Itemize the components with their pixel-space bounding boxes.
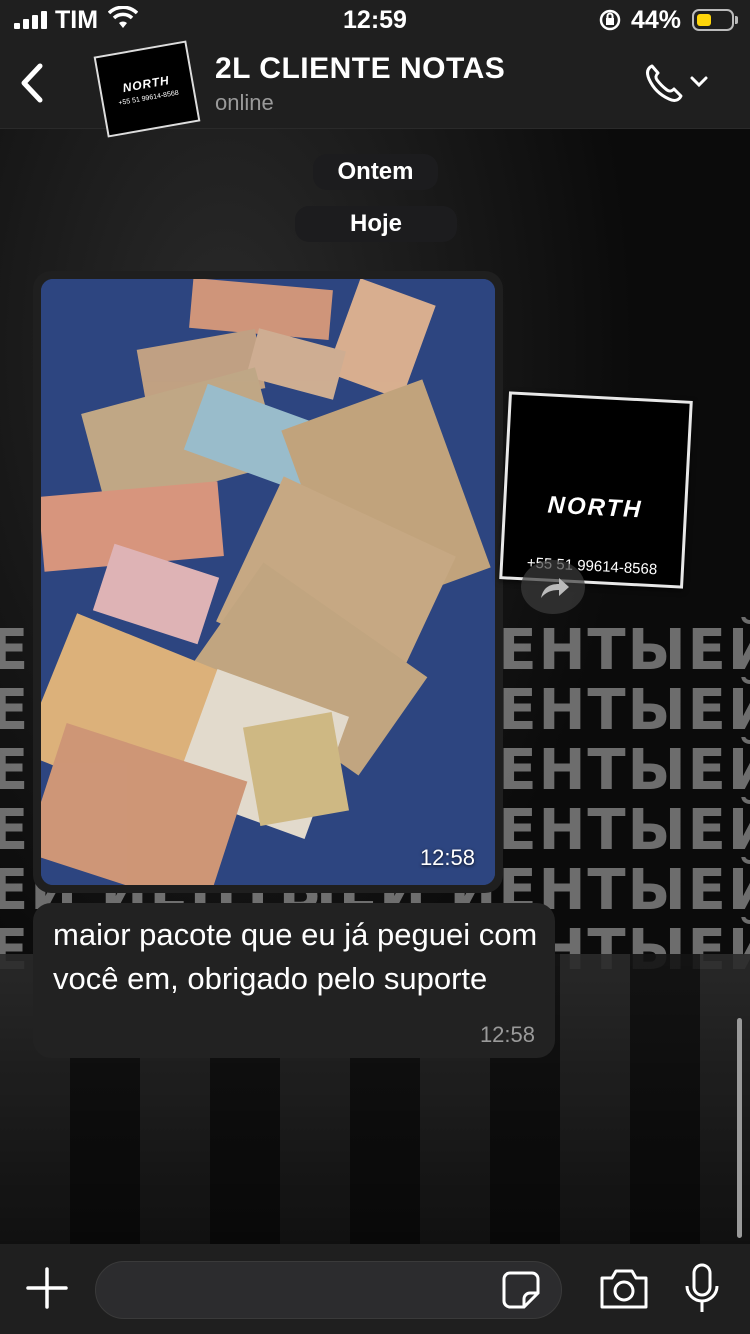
rotation-lock-icon	[599, 9, 621, 31]
chevron-down-icon	[690, 76, 708, 88]
battery-percent: 44%	[631, 6, 682, 34]
message-text: maior pacote que eu já peguei com você e…	[53, 917, 538, 996]
chat-header: NORTH +55 51 99614-8568 2L CLIENTE NOTAS…	[0, 40, 750, 138]
back-icon[interactable]	[14, 58, 54, 108]
contact-name[interactable]: 2L CLIENTE NOTAS	[215, 52, 505, 86]
forward-button[interactable]	[521, 560, 585, 614]
battery-icon	[692, 9, 738, 31]
mic-icon[interactable]	[682, 1262, 722, 1316]
date-pill-today: Hoje	[295, 206, 457, 242]
message-photo[interactable]: 12:58	[41, 279, 495, 885]
plus-icon[interactable]	[25, 1266, 69, 1310]
phone-icon	[646, 64, 683, 102]
text-message-bubble[interactable]: maior pacote que eu já peguei com você e…	[33, 903, 555, 1058]
message-time: 12:58	[479, 1022, 535, 1047]
photo-message-time: 12:58	[419, 845, 475, 870]
status-bar: TIM 12:59 44%	[0, 0, 750, 40]
date-pill-yesterday: Ontem	[313, 154, 438, 190]
scrollbar[interactable]	[737, 1018, 742, 1238]
message-input[interactable]	[95, 1261, 562, 1319]
input-bar	[0, 1244, 750, 1334]
photo-banknotes-image	[41, 279, 495, 885]
battery-fill	[697, 14, 711, 26]
sticker-icon[interactable]	[500, 1269, 542, 1311]
north-sticker[interactable]: NORTH +55 51 99614-8568	[499, 391, 693, 589]
forward-icon	[541, 578, 569, 598]
photo-message-bubble[interactable]: 12:58	[33, 271, 503, 893]
call-button[interactable]	[640, 58, 720, 108]
sticker-brand: NORTH	[546, 491, 644, 524]
avatar[interactable]: NORTH +55 51 99614-8568	[93, 40, 201, 138]
contact-status: online	[215, 90, 274, 115]
camera-icon[interactable]	[598, 1266, 650, 1312]
